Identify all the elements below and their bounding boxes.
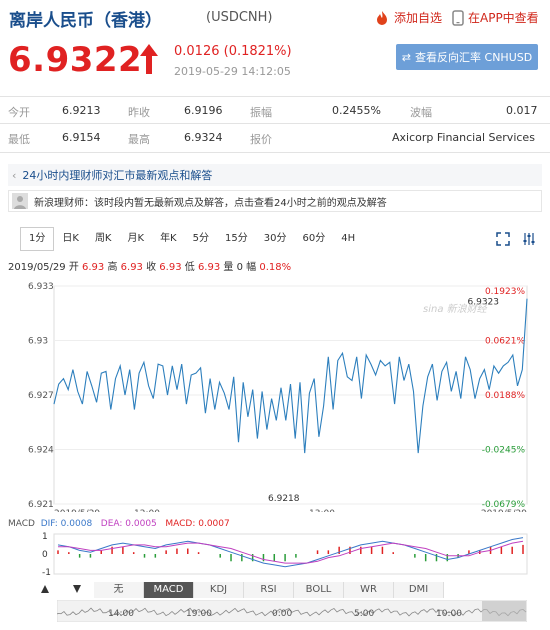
macd-tick-label: -1 xyxy=(42,568,51,578)
y-tick-label: 6.933 xyxy=(28,282,54,292)
swap-icon: ⇄ xyxy=(401,50,412,64)
quote-timestamp: 2019-05-29 14:12:05 xyxy=(174,65,291,78)
macd-frame xyxy=(53,533,528,575)
nav-time-label: 19:00 xyxy=(186,609,212,619)
macd-label: MACD xyxy=(8,519,35,529)
y-tick-label: 6.927 xyxy=(28,391,54,401)
macd-tick-label: 1 xyxy=(42,532,48,542)
open-label: 今开 xyxy=(8,106,30,119)
tab-3[interactable]: 月K xyxy=(120,228,153,250)
macd-tick-label: 0 xyxy=(42,550,48,560)
tab-0[interactable]: 1分 xyxy=(20,227,55,251)
y-right-tick-label: 0.0621% xyxy=(485,337,525,347)
tab-5[interactable]: 5分 xyxy=(185,228,217,250)
advisor-message-text: 新浪理财师：该时段内暂无最新观点及解答，点击查看24小时之前的观点及解答 xyxy=(34,197,387,209)
indicator-tab-4[interactable]: BOLL xyxy=(294,582,344,598)
current-price: 6.9322 xyxy=(8,40,143,80)
dea-line xyxy=(58,540,524,564)
triangle-down-icon[interactable] xyxy=(72,584,82,594)
y-tick-label: 6.921 xyxy=(28,500,54,510)
high-label: 最高 xyxy=(128,133,150,146)
x-tick-label: 2019/5/29 xyxy=(481,509,527,512)
reverse-rate-label: 查看反向汇率 CNHUSD xyxy=(415,51,533,64)
prev-close-label: 昨收 xyxy=(128,106,150,119)
watermark: sina 新浪财经 xyxy=(423,304,487,315)
avatar-icon xyxy=(12,193,28,209)
macd-dea: DEA: 0.0005 xyxy=(100,519,157,529)
indicator-tab-0[interactable]: 无 xyxy=(94,582,144,598)
reverse-rate-button[interactable]: ⇄ 查看反向汇率 CNHUSD xyxy=(396,44,538,70)
ohlc-bar: 2019/05/29 开 6.93 高 6.93 收 6.93 低 6.93 量… xyxy=(8,258,291,273)
dif-line xyxy=(57,537,524,568)
low-value: 6.9154 xyxy=(62,131,101,144)
indicator-tab-5[interactable]: WR xyxy=(344,582,394,598)
tab-6[interactable]: 15分 xyxy=(217,228,256,250)
y-tick-label: 6.93 xyxy=(28,337,48,347)
navigator-window xyxy=(482,601,526,621)
y-right-tick-label: 0.1923% xyxy=(485,287,525,297)
x-tick-label: 12:00 xyxy=(134,509,160,512)
indicator-tab-2[interactable]: KDJ xyxy=(194,582,244,598)
wave-value: 0.017 xyxy=(506,104,538,117)
price-change: 0.0126 (0.1821%) xyxy=(174,44,292,59)
prev-close-value: 6.9196 xyxy=(184,104,223,117)
nav-time-label: 5:00 xyxy=(354,609,375,619)
phone-icon xyxy=(452,9,464,26)
macd-chart[interactable]: 1 0 -1 xyxy=(0,530,550,578)
open-app-label: 在APP中查看 xyxy=(468,11,539,25)
tab-9[interactable]: 4H xyxy=(333,228,363,250)
page-title: 离岸人民币（香港） xyxy=(9,11,162,31)
fullscreen-icon[interactable] xyxy=(496,232,510,246)
tab-1[interactable]: 日K xyxy=(54,228,87,250)
y-right-tick-label: 0.0188% xyxy=(485,391,525,401)
add-watch-label: 添加自选 xyxy=(394,11,443,25)
x-tick-label: 13:00 xyxy=(309,509,335,512)
amplitude-label: 振幅 xyxy=(250,106,272,119)
indicator-tab-6[interactable]: DMI xyxy=(394,582,444,598)
tab-2[interactable]: 周K xyxy=(87,228,120,250)
y-tick-label: 6.924 xyxy=(28,446,54,456)
symbol-code: (USDCNH) xyxy=(206,10,273,25)
fire-icon xyxy=(377,10,387,25)
period-tabs: 1分 日K 周K 月K 年K 5分 15分 30分 60分 4H xyxy=(20,227,540,251)
advisor-banner-text: 24小时内理财师对汇市最新观点和解答 xyxy=(22,169,213,182)
chevron-left-icon: ‹ xyxy=(12,168,17,182)
open-value: 6.9213 xyxy=(62,104,101,117)
price-line xyxy=(53,298,528,454)
open-app-button[interactable]: 在APP中查看 xyxy=(452,9,539,26)
macd-dif: DIF: 0.0008 xyxy=(40,519,93,529)
indicator-tab-3[interactable]: RSI xyxy=(244,582,294,598)
macd-value: MACD: 0.0007 xyxy=(165,519,230,529)
quote-source-value: Axicorp Financial Services xyxy=(392,131,535,144)
wave-label: 波幅 xyxy=(410,106,432,119)
quote-source-label: 报价 xyxy=(250,133,272,146)
add-watch-button[interactable]: 添加自选 xyxy=(374,9,442,26)
nav-time-label: 10:00 xyxy=(436,609,462,619)
nav-time-label: 14:00 xyxy=(108,609,134,619)
low-price-label: 6.9218 xyxy=(268,494,300,504)
tab-7[interactable]: 30分 xyxy=(256,228,295,250)
tab-8[interactable]: 60分 xyxy=(294,228,333,250)
advisor-message[interactable]: 新浪理财师：该时段内暂无最新观点及解答，点击查看24小时之前的观点及解答 xyxy=(8,190,542,212)
triangle-up-icon[interactable] xyxy=(40,584,50,594)
advisor-banner[interactable]: ‹ 24小时内理财师对汇市最新观点和解答 xyxy=(8,164,542,186)
indicator-tab-1[interactable]: MACD xyxy=(144,582,194,598)
amplitude-value: 0.2455% xyxy=(332,104,381,117)
settings-icon[interactable] xyxy=(522,232,536,246)
high-value: 6.9324 xyxy=(184,131,223,144)
low-label: 最低 xyxy=(8,133,30,146)
nav-time-label: 0:00 xyxy=(272,609,293,619)
indicator-tabs: 无 MACD KDJ RSI BOLL WR DMI xyxy=(94,582,444,598)
tab-4[interactable]: 年K xyxy=(152,228,185,250)
y-right-tick-label: -0.0245% xyxy=(482,446,526,456)
x-tick-label: 2019/5/29 xyxy=(54,509,100,512)
macd-legend: MACD DIF: 0.0008 DEA: 0.0005 MACD: 0.000… xyxy=(8,519,230,529)
up-arrow-icon xyxy=(140,44,158,74)
